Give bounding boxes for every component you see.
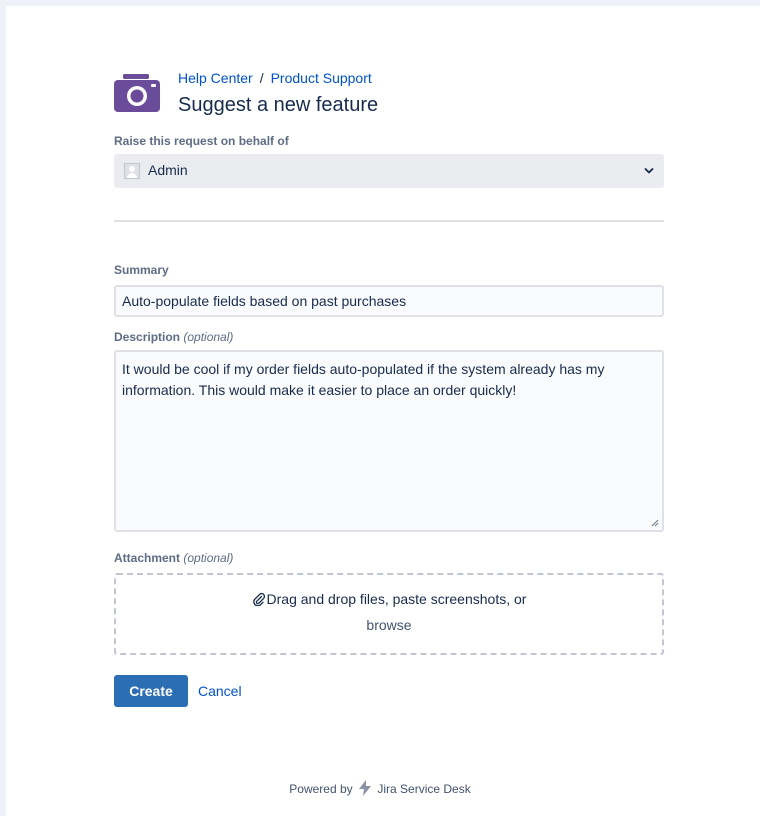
behalf-select[interactable]: Admin xyxy=(114,154,664,188)
chevron-down-icon xyxy=(644,168,654,174)
breadcrumb-help-center[interactable]: Help Center xyxy=(178,70,253,86)
powered-by-text: Powered by xyxy=(289,782,353,796)
jira-service-desk-logo-icon xyxy=(359,780,371,796)
attachment-label: Attachment (optional) xyxy=(114,551,233,565)
behalf-selected-user: Admin xyxy=(148,162,188,178)
summary-label: Summary xyxy=(114,263,169,277)
dropzone-text: Drag and drop files, paste screenshots, … xyxy=(266,591,527,607)
description-label-text: Description xyxy=(114,330,181,344)
section-divider xyxy=(114,220,664,222)
description-value: It would be cool if my order fields auto… xyxy=(122,361,605,398)
attachment-label-text: Attachment xyxy=(114,551,181,565)
description-textarea[interactable]: It would be cool if my order fields auto… xyxy=(114,350,664,532)
breadcrumb-product-support[interactable]: Product Support xyxy=(271,70,372,86)
portal-header: Help Center / Product Support Suggest a ne… xyxy=(108,68,668,122)
breadcrumb: Help Center / Product Support xyxy=(178,70,372,86)
summary-input[interactable]: Auto-populate fields based on past purch… xyxy=(114,285,664,317)
product-name: Jira Service Desk xyxy=(377,782,471,796)
dropzone-instructions: Drag and drop files, paste screenshots, … xyxy=(116,591,662,607)
powered-by-footer: Powered by Jira Service Desk xyxy=(0,780,760,796)
attachment-optional: (optional) xyxy=(183,551,234,565)
summary-value: Auto-populate fields based on past purch… xyxy=(122,293,407,309)
description-optional: (optional) xyxy=(183,330,234,344)
breadcrumb-separator: / xyxy=(259,70,264,86)
create-button[interactable]: Create xyxy=(114,675,188,707)
camera-logo-icon xyxy=(114,74,160,112)
paperclip-icon xyxy=(252,592,265,606)
page-title: Suggest a new feature xyxy=(178,94,379,116)
behalf-label: Raise this request on behalf of xyxy=(114,134,289,148)
attachment-dropzone[interactable]: Drag and drop files, paste screenshots, … xyxy=(114,573,664,655)
description-label: Description (optional) xyxy=(114,330,233,344)
cancel-link[interactable]: Cancel xyxy=(198,683,242,699)
browse-link[interactable]: browse xyxy=(116,617,662,633)
resize-handle-icon[interactable] xyxy=(651,519,659,527)
user-avatar-icon xyxy=(124,163,140,179)
